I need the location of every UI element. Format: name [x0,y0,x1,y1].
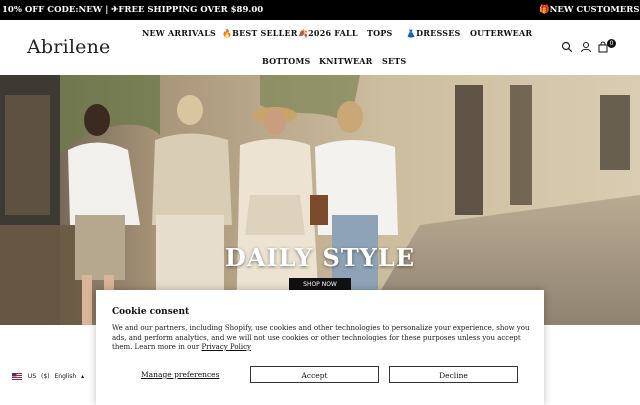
search-icon[interactable] [561,41,573,53]
announcement-message-new-customers: 🎁NEW CUSTOMERS GET [539,5,640,15]
nav-outerwear[interactable]: OUTERWEAR [470,28,532,38]
locale-selector[interactable]: US ($) English ▴ [12,373,84,380]
cookie-body: We and our partners, including Shopify, … [112,324,530,351]
nav-knitwear[interactable]: KNITWEAR [319,56,373,66]
announcement-message-shipping: 10% OFF CODE:NEW | ✈FREE SHIPPING OVER $… [2,5,264,15]
locale-country: US [27,373,37,380]
us-flag-icon [12,373,22,380]
nav-tops[interactable]: TOPS [367,28,393,38]
nav-2026-fall[interactable]: 🍂2026 FALL [298,28,358,38]
cookie-consent-dialog: Cookie consent We and our partners, incl… [96,290,544,405]
announcement-bar: 10% OFF CODE:NEW | ✈FREE SHIPPING OVER $… [0,0,640,20]
site-header: Abrilene NEW ARRIVALS 🔥BEST SELLER 🍂2026… [0,20,640,75]
nav-sets[interactable]: SETS [382,56,406,66]
cookie-text: We and our partners, including Shopify, … [112,324,532,353]
hero-banner[interactable]: DAILY STYLE SHOP NOW [0,75,640,325]
accept-button[interactable]: Accept [250,366,379,383]
nav-bottoms[interactable]: BOTTOMS [262,56,311,66]
locale-language: English [54,373,77,380]
nav-dresses[interactable]: 👗DRESSES [406,28,461,38]
account-icon[interactable] [580,41,592,53]
locale-currency: ($) [41,373,50,380]
privacy-policy-link[interactable]: Privacy Policy [201,343,251,351]
cart-count-badge: 0 [607,39,616,48]
nav-best-seller[interactable]: 🔥BEST SELLER [222,28,298,38]
cookie-title: Cookie consent [112,307,190,317]
decline-button[interactable]: Decline [389,366,518,383]
nav-new-arrivals[interactable]: NEW ARRIVALS [142,28,216,38]
chevron-up-icon: ▴ [81,373,85,380]
hero-title: DAILY STYLE [225,243,415,272]
site-logo[interactable]: Abrilene [27,36,110,58]
manage-preferences-link[interactable]: Manage preferences [141,370,219,379]
